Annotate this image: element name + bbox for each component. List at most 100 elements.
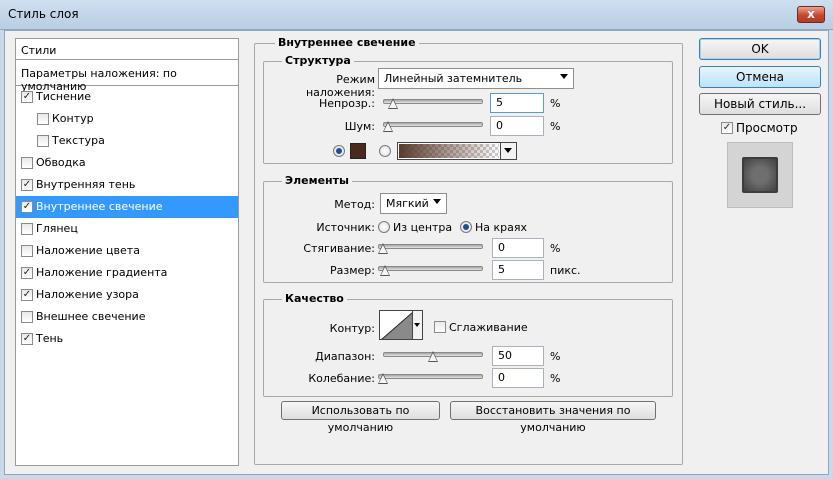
style-item-contour[interactable]: Контур bbox=[16, 108, 238, 130]
style-item-color-overlay[interactable]: Наложение цвета bbox=[16, 240, 238, 262]
title-bar: Стиль слоя x bbox=[0, 0, 833, 30]
structure-legend: Структура bbox=[282, 54, 354, 67]
inner-shadow-checkbox[interactable]: ✓ bbox=[21, 179, 33, 191]
drop-shadow-checkbox[interactable]: ✓ bbox=[21, 333, 33, 345]
noise-slider[interactable] bbox=[383, 119, 483, 133]
opacity-input[interactable]: 5 bbox=[490, 93, 544, 113]
color-overlay-checkbox[interactable] bbox=[21, 245, 33, 257]
blending-options-item[interactable]: Параметры наложения: по умолчанию bbox=[16, 62, 238, 93]
size-slider[interactable] bbox=[378, 263, 483, 277]
style-item-label: Наложение цвета bbox=[36, 244, 140, 257]
satin-checkbox[interactable] bbox=[21, 223, 33, 235]
jitter-unit: % bbox=[550, 372, 561, 385]
slider-thumb[interactable] bbox=[428, 351, 438, 362]
slider-thumb[interactable] bbox=[378, 243, 388, 254]
window-title: Стиль слоя bbox=[8, 7, 79, 21]
range-label: Диапазон: bbox=[315, 350, 375, 363]
style-item-inner-shadow[interactable]: ✓ Внутренняя тень bbox=[16, 174, 238, 196]
slider-thumb[interactable] bbox=[378, 373, 388, 384]
antialias-checkbox[interactable] bbox=[434, 321, 446, 333]
opacity-slider[interactable] bbox=[383, 96, 483, 110]
style-item-bevel[interactable]: ✓ Тиснение bbox=[16, 86, 238, 108]
inner-glow-checkbox[interactable]: ✓ bbox=[21, 201, 33, 213]
size-input[interactable]: 5 bbox=[492, 260, 544, 280]
antialias-label[interactable]: Сглаживание bbox=[449, 321, 528, 334]
method-select[interactable]: Мягкий bbox=[380, 193, 447, 214]
preview-checkbox[interactable]: ✓ bbox=[721, 122, 733, 134]
slider-thumb[interactable] bbox=[388, 98, 398, 109]
gradient-preview bbox=[399, 144, 499, 158]
styles-header[interactable]: Стили bbox=[16, 39, 238, 60]
slider-thumb[interactable] bbox=[380, 265, 390, 276]
jitter-slider[interactable] bbox=[378, 371, 483, 385]
style-item-drop-shadow[interactable]: ✓ Тень bbox=[16, 328, 238, 350]
source-center-label[interactable]: Из центра bbox=[393, 221, 452, 234]
chevron-down-icon[interactable] bbox=[413, 310, 423, 340]
range-input[interactable]: 50 bbox=[492, 346, 544, 366]
texture-checkbox[interactable] bbox=[37, 135, 49, 147]
choke-label: Стягивание: bbox=[303, 242, 375, 255]
make-default-button[interactable]: Использовать по умолчанию bbox=[281, 401, 440, 434]
bevel-checkbox[interactable]: ✓ bbox=[21, 91, 33, 103]
ok-button[interactable]: OK bbox=[699, 38, 821, 60]
size-label: Размер: bbox=[330, 264, 375, 277]
style-item-outer-glow[interactable]: Внешнее свечение bbox=[16, 306, 238, 328]
slider-track bbox=[378, 266, 483, 271]
choke-input[interactable]: 0 bbox=[492, 238, 544, 258]
choke-slider[interactable] bbox=[378, 241, 483, 255]
style-item-label: Наложение градиента bbox=[36, 266, 168, 279]
glow-color-swatch[interactable] bbox=[350, 143, 366, 159]
gradient-overlay-checkbox[interactable]: ✓ bbox=[21, 267, 33, 279]
preview-thumbnail bbox=[742, 157, 778, 193]
close-button[interactable]: x bbox=[797, 6, 825, 23]
source-edge-label[interactable]: На краях bbox=[475, 221, 527, 234]
blend-mode-label: Режим наложения: bbox=[305, 73, 375, 99]
style-item-texture[interactable]: Текстура bbox=[16, 130, 238, 152]
panel-title: Внутреннее свечение bbox=[275, 36, 419, 49]
range-unit: % bbox=[550, 350, 561, 363]
style-item-inner-glow[interactable]: ✓ Внутреннее свечение bbox=[16, 196, 238, 218]
stroke-checkbox[interactable] bbox=[21, 157, 33, 169]
jitter-label: Колебание: bbox=[308, 372, 375, 385]
slider-thumb[interactable] bbox=[383, 121, 393, 132]
preview-label[interactable]: Просмотр bbox=[736, 121, 798, 135]
dialog-body: Стили Параметры наложения: по умолчанию … bbox=[4, 30, 829, 475]
jitter-input[interactable]: 0 bbox=[492, 368, 544, 388]
style-preview bbox=[727, 142, 793, 208]
style-item-label: Глянец bbox=[36, 222, 78, 235]
cancel-button[interactable]: Отмена bbox=[699, 66, 821, 88]
slider-track bbox=[383, 99, 483, 104]
quality-legend: Качество bbox=[282, 292, 347, 305]
method-value: Мягкий bbox=[386, 197, 429, 210]
chevron-down-icon[interactable] bbox=[500, 143, 516, 159]
gradient-radio[interactable] bbox=[379, 145, 391, 157]
reset-default-button[interactable]: Восстановить значения по умолчанию bbox=[450, 401, 656, 434]
style-item-stroke[interactable]: Обводка bbox=[16, 152, 238, 174]
new-style-button[interactable]: Новый стиль... bbox=[699, 93, 821, 115]
outer-glow-checkbox[interactable] bbox=[21, 311, 33, 323]
source-label: Источник: bbox=[316, 221, 375, 234]
range-slider[interactable] bbox=[383, 349, 483, 363]
style-item-label: Наложение узора bbox=[36, 288, 139, 301]
style-item-label: Тиснение bbox=[36, 90, 91, 103]
source-center-radio[interactable] bbox=[378, 221, 390, 233]
style-item-gradient-overlay[interactable]: ✓ Наложение градиента bbox=[16, 262, 238, 284]
blend-mode-select[interactable]: Линейный затемнитель bbox=[378, 68, 574, 89]
opacity-unit: % bbox=[550, 97, 561, 110]
style-item-pattern-overlay[interactable]: ✓ Наложение узора bbox=[16, 284, 238, 306]
style-item-label: Внешнее свечение bbox=[36, 310, 146, 323]
pattern-overlay-checkbox[interactable]: ✓ bbox=[21, 289, 33, 301]
noise-input[interactable]: 0 bbox=[490, 116, 544, 136]
slider-track bbox=[383, 122, 483, 127]
method-label: Метод: bbox=[334, 198, 375, 211]
contour-picker[interactable] bbox=[379, 310, 413, 340]
style-item-label: Внутренняя тень bbox=[36, 178, 136, 191]
source-edge-radio[interactable] bbox=[460, 221, 472, 233]
style-item-satin[interactable]: Глянец bbox=[16, 218, 238, 240]
solid-color-radio[interactable] bbox=[333, 145, 345, 157]
gradient-picker[interactable] bbox=[397, 142, 517, 160]
contour-checkbox[interactable] bbox=[37, 113, 49, 125]
style-item-label: Внутреннее свечение bbox=[36, 200, 163, 213]
slider-track bbox=[378, 374, 483, 379]
styles-list: Стили Параметры наложения: по умолчанию … bbox=[15, 38, 239, 466]
